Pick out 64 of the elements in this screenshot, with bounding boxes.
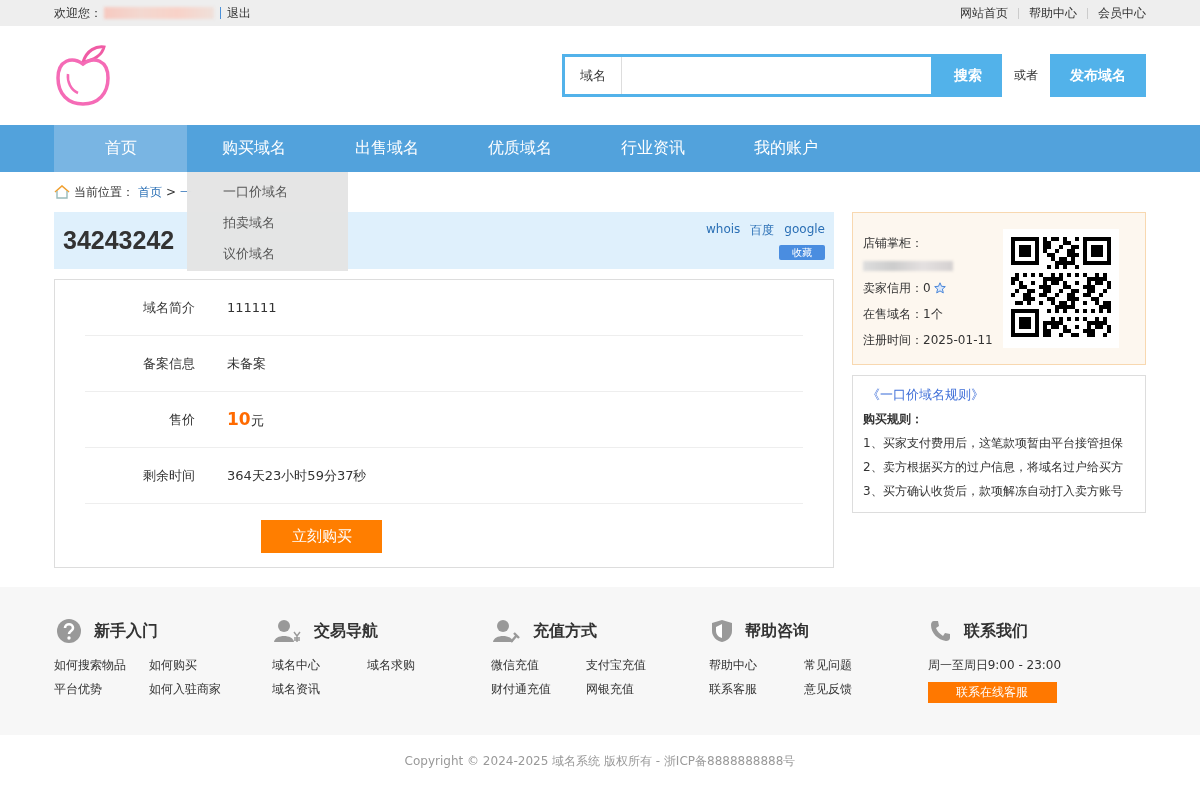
detail-value: 111111 xyxy=(227,300,277,315)
detail-label: 剩余时间 xyxy=(142,466,196,485)
user-money-icon xyxy=(274,619,303,643)
or-text: 或者 xyxy=(1014,67,1038,84)
rule-text: 2、卖方根据买方的过户信息，将域名过户给买方 xyxy=(863,459,1124,476)
footer-link[interactable]: 常见问题 xyxy=(804,657,900,674)
detail-label: 售价 xyxy=(168,410,196,429)
footer-heading: 交易导航 xyxy=(314,620,379,642)
top-link[interactable]: 会员中心 xyxy=(1098,4,1146,22)
rule-text: 1、买家支付费用后，这笔款项暂由平台接管担保 xyxy=(863,435,1124,452)
detail-label: 域名简介 xyxy=(142,298,196,317)
dropdown-item[interactable]: 拍卖域名 xyxy=(187,207,348,238)
phone-icon xyxy=(929,620,952,642)
shield-icon xyxy=(711,619,734,643)
logout-link[interactable]: 退出 xyxy=(227,4,251,22)
lookup-link[interactable]: 百度 xyxy=(750,221,775,239)
footer-heading: 充值方式 xyxy=(532,620,597,642)
footer-link[interactable]: 域名资讯 xyxy=(272,681,368,698)
domain-name: 34243242 xyxy=(63,226,175,255)
footer-link[interactable]: 财付通充值 xyxy=(490,681,586,698)
footer-heading: 帮助咨询 xyxy=(745,620,810,642)
search-field[interactable]: 域名 xyxy=(562,54,934,97)
listed-domains-text: 在售域名：1个 xyxy=(863,305,944,323)
detail-value: 未备案 xyxy=(227,354,266,373)
question-icon xyxy=(56,618,82,644)
price-value: 10元 xyxy=(227,409,264,430)
breadcrumb-link[interactable]: 首页 xyxy=(138,183,162,201)
top-link[interactable]: 帮助中心 xyxy=(1029,4,1077,22)
footer-link[interactable]: 意见反馈 xyxy=(804,681,900,698)
rule-text: 3、买方确认收货后，款项解冻自动打入卖方账号 xyxy=(863,483,1124,500)
footer-link[interactable]: 如何入驻商家 xyxy=(149,681,244,698)
rules-heading: 购买规则： xyxy=(863,411,924,428)
breadcrumb-label: 当前位置： xyxy=(74,183,134,201)
home-icon xyxy=(54,185,70,199)
seller-credit-text: 卖家信用：0 xyxy=(863,279,931,297)
footer-link[interactable]: 网银充值 xyxy=(585,681,681,698)
detail-label: 备案信息 xyxy=(142,354,196,373)
footer-link[interactable]: 域名求购 xyxy=(367,657,463,674)
star-icon xyxy=(933,282,946,294)
top-link[interactable]: 网站首页 xyxy=(960,4,1008,22)
dropdown-item[interactable]: 议价域名 xyxy=(187,238,348,269)
footer-link[interactable]: 如何搜索物品 xyxy=(54,657,149,674)
footer-link[interactable]: 支付宝充值 xyxy=(585,657,681,674)
rules-link[interactable]: 《一口价域名规则》 xyxy=(867,386,1135,404)
peach-logo-icon xyxy=(54,43,112,108)
footer-link[interactable]: 微信充值 xyxy=(490,657,586,674)
copyright-text: Copyright © 2024-2025 域名系统 版权所有 - 浙ICP备8888888888号 xyxy=(403,753,797,770)
breadcrumb-separator: > xyxy=(166,185,177,199)
footer-link[interactable]: 联系客服 xyxy=(709,681,805,698)
footer-link[interactable]: 平台优势 xyxy=(54,681,149,698)
lookup-link[interactable]: google xyxy=(784,221,825,239)
lookup-link[interactable]: whois xyxy=(706,221,741,239)
detail-value: 364天23小时59分37秒 xyxy=(227,466,367,485)
shop-owner-label: 店铺掌柜： xyxy=(863,234,924,252)
footer-link[interactable]: 域名中心 xyxy=(272,657,368,674)
footer-heading: 新手入门 xyxy=(94,620,158,642)
user-hammer-icon xyxy=(492,619,521,643)
footer-link[interactable]: 如何购买 xyxy=(149,657,244,674)
service-hours: 周一至周日9:00 - 23:00 xyxy=(927,658,1062,672)
footer-heading: 联系我们 xyxy=(963,620,1028,642)
registered-date-text: 注册时间：2025-01-11 xyxy=(863,331,993,349)
footer-link[interactable]: 帮助中心 xyxy=(709,657,805,674)
dropdown-item[interactable]: 一口价域名 xyxy=(187,176,348,207)
welcome-text: 欢迎您： xyxy=(54,4,102,22)
